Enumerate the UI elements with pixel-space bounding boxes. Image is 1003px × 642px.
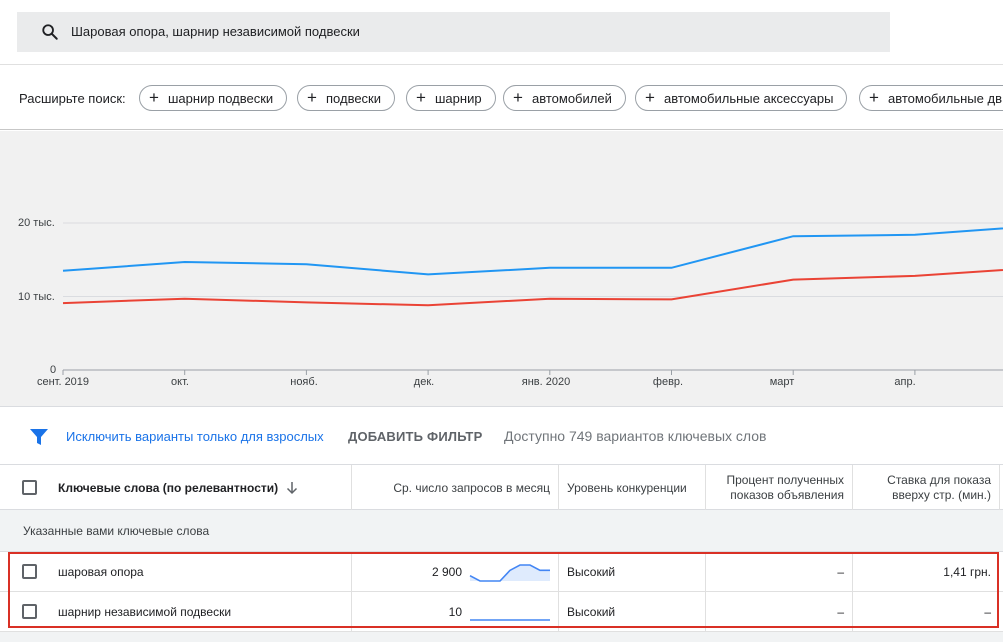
- chip-avto-aksessuary[interactable]: + автомобильные аксессуары: [635, 85, 848, 111]
- x-tick-label: сент. 2019: [36, 376, 90, 388]
- x-tick-label: окт.: [171, 376, 189, 388]
- plus-icon: +: [645, 88, 655, 107]
- chip-avtomobiley[interactable]: + автомобилей: [503, 85, 626, 111]
- y-tick-label: 20 тыс.: [18, 217, 55, 229]
- keyword-cell: шарнир независимой подвески: [58, 605, 232, 619]
- bid-cell: –: [984, 605, 991, 619]
- row-checkbox[interactable]: [22, 564, 37, 579]
- plus-icon: +: [513, 88, 523, 107]
- header-impression-share[interactable]: Процент полученных показов объявления: [706, 465, 844, 511]
- x-tick-label: нояб.: [290, 376, 318, 388]
- header-competition[interactable]: Уровень конкуренции: [567, 465, 687, 511]
- column-divider: [999, 465, 1000, 511]
- sort-down-icon: [287, 482, 298, 495]
- group-header-row: Указанные вами ключевые слова: [0, 510, 1003, 552]
- select-all-checkbox[interactable]: [22, 480, 37, 495]
- plus-icon: +: [307, 88, 317, 107]
- keyword-cell: шаровая опора: [58, 565, 144, 579]
- header-searches[interactable]: Ср. число запросов в месяц: [352, 465, 550, 511]
- sparkline-area: [470, 565, 550, 581]
- keywords-table: Ключевые слова (по релевантности) Ср. чи…: [0, 464, 1003, 642]
- bottom-strip: [0, 632, 1003, 642]
- exclude-adult-link[interactable]: Исключить варианты только для взрослых: [66, 429, 324, 444]
- competition-cell: Высокий: [567, 605, 616, 619]
- filter-icon[interactable]: [30, 429, 48, 445]
- plus-icon: +: [149, 88, 159, 107]
- plus-icon: +: [416, 88, 426, 107]
- y-tick-label: 10 тыс.: [18, 291, 55, 303]
- header-top-bid[interactable]: Ставка для показа вверху стр. (мин.): [853, 465, 991, 511]
- header-keyword[interactable]: Ключевые слова (по релевантности): [58, 465, 298, 511]
- searches-cell: 2 900: [431, 565, 462, 579]
- expand-label: Расширьте поиск:: [19, 91, 126, 106]
- column-divider: [558, 552, 559, 592]
- x-tick-label: апр.: [894, 376, 916, 388]
- plus-icon: +: [869, 88, 879, 107]
- search-query[interactable]: Шаровая опора, шарнир независимой подвес…: [71, 24, 360, 39]
- x-tick-label: янв. 2020: [521, 376, 571, 388]
- searches-cell: 10: [448, 605, 462, 619]
- x-tick-label: дек.: [413, 376, 435, 388]
- chip-podveski[interactable]: + подвески: [297, 85, 396, 111]
- search-icon: [42, 24, 58, 40]
- series-line-1: [62, 269, 1003, 307]
- row-checkbox[interactable]: [22, 604, 37, 619]
- trend-sparkline: [470, 619, 550, 621]
- impression-share-cell: –: [837, 605, 844, 619]
- group-label: Указанные вами ключевые слова: [23, 524, 210, 538]
- impression-share-cell: –: [837, 565, 844, 579]
- available-count: Доступно 749 вариантов ключевых слов: [504, 428, 767, 444]
- search-bar[interactable]: Шаровая опора, шарнир независимой подвес…: [17, 12, 890, 52]
- bid-cell: 1,41 грн.: [943, 565, 991, 579]
- expand-search-bar: Расширьте поиск: + шарнир подвески + подве…: [0, 64, 1003, 130]
- y-tick-label: 0: [50, 364, 57, 376]
- add-filter-button[interactable]: ДОБАВИТЬ ФИЛЬТР: [348, 429, 482, 444]
- x-tick-label: февр.: [652, 376, 684, 388]
- trend-sparkline: [469, 564, 550, 582]
- series-line-0: [62, 227, 1003, 276]
- chip-avto-dv[interactable]: + автомобильные дв: [859, 85, 1003, 111]
- table-row[interactable]: шарнир независимой подвески 10 Высокий –…: [0, 592, 1003, 632]
- x-tick-label: март: [769, 376, 795, 388]
- chart-svg: [62, 222, 1003, 375]
- table-header: Ключевые слова (по релевантности) Ср. чи…: [0, 464, 1003, 511]
- chip-sharnir-podveski[interactable]: + шарнир подвески: [139, 85, 288, 111]
- column-divider: [558, 465, 559, 511]
- column-divider: [558, 592, 559, 632]
- filter-bar: Исключить варианты только для взрослых Д…: [0, 406, 1003, 464]
- trend-chart: 20 тыс. 10 тыс. 0 сент. 2019 окт. нояб. …: [0, 131, 1003, 406]
- table-row[interactable]: шаровая опора 2 900 Высокий – 1,41 грн.: [0, 552, 1003, 592]
- chip-sharnir[interactable]: + шарнир: [406, 85, 496, 111]
- competition-cell: Высокий: [567, 565, 616, 579]
